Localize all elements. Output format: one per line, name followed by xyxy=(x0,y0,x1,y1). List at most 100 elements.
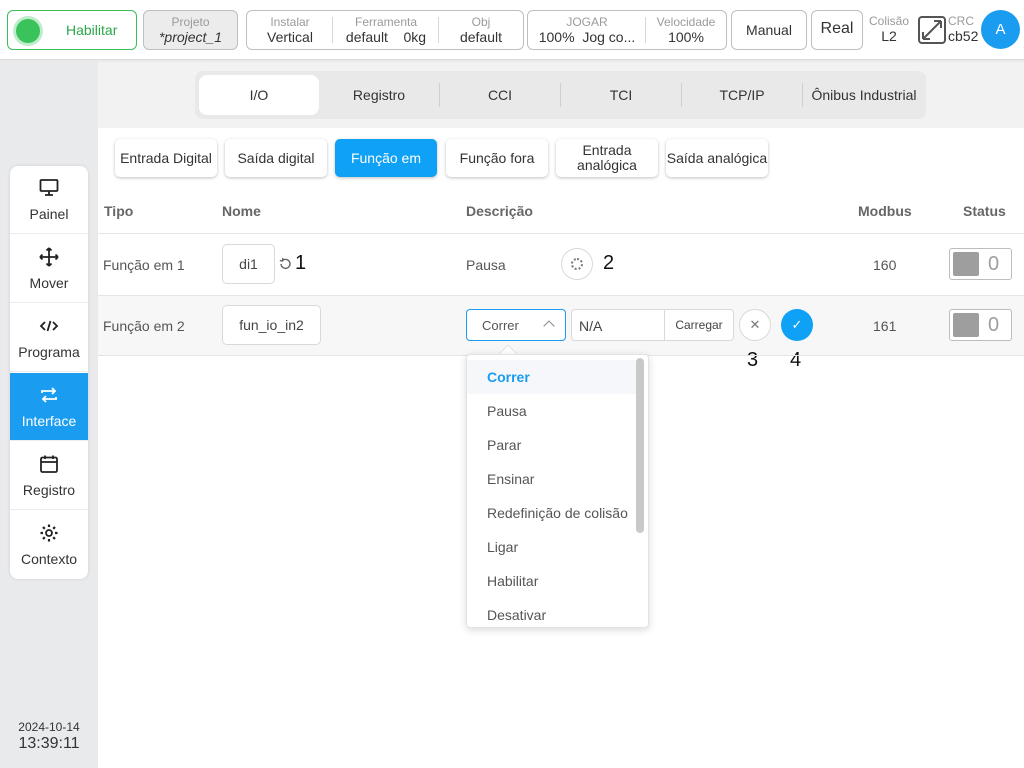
close-icon: ✕ xyxy=(749,317,761,332)
row1-status-indicator: 0 xyxy=(949,248,1012,280)
subtab-saida-analogica[interactable]: Saída analógica xyxy=(666,139,768,177)
collision-level[interactable]: Colisão L2 xyxy=(866,14,912,44)
divider xyxy=(528,17,646,43)
tab-tcpip[interactable]: TCP/IP xyxy=(682,75,802,115)
subtab-funcao-em[interactable]: Função em xyxy=(335,139,437,177)
tab-io[interactable]: I/O xyxy=(199,75,319,115)
collision-label: Colisão xyxy=(868,14,910,28)
obj-value: default xyxy=(459,29,503,45)
left-navigation: Painel Mover Programa Interface Registro… xyxy=(10,166,88,579)
subtab-entrada-analogica[interactable]: Entrada analógica xyxy=(556,139,658,177)
subtab-saida-digital[interactable]: Saída digital xyxy=(225,139,327,177)
tab-tci[interactable]: TCI xyxy=(561,75,681,115)
cancel-button[interactable]: ✕ xyxy=(739,309,771,341)
dropdown-option-redefinicao-colisao[interactable]: Redefinição de colisão xyxy=(467,496,637,530)
status-square xyxy=(953,313,979,337)
jog-speed-panel[interactable]: JOGAR 100% Jog co... Velocidade 100% xyxy=(527,10,727,50)
speed-value: 100% xyxy=(668,29,704,45)
swap-arrows-icon xyxy=(41,387,57,403)
subtab-label-line1: Entrada xyxy=(582,142,632,158)
row2-name-field[interactable]: fun_io_in2 xyxy=(222,305,321,345)
subtab-entrada-digital[interactable]: Entrada Digital xyxy=(115,139,217,177)
check-icon: ✓ xyxy=(791,317,803,332)
nav-label: Interface xyxy=(21,413,77,429)
status-value: 0 xyxy=(988,314,1000,336)
install-tool-obj-panel[interactable]: Instalar Vertical Ferramenta default 0kg… xyxy=(246,10,524,50)
project-value: *project_1 xyxy=(158,29,223,45)
collision-value: L2 xyxy=(881,28,897,44)
reset-icon[interactable] xyxy=(278,257,292,271)
divider xyxy=(333,17,439,43)
confirm-button[interactable]: ✓ xyxy=(781,309,813,341)
dropdown-option-parar[interactable]: Parar xyxy=(467,428,637,462)
row2-status-indicator: 0 xyxy=(949,309,1012,341)
description-dropdown: Correr Pausa Parar Ensinar Redefinição d… xyxy=(466,354,649,628)
time-text: 13:39:11 xyxy=(18,735,80,752)
status-square xyxy=(953,252,979,276)
datetime-display: 2024-10-14 13:39:11 xyxy=(0,720,98,753)
header-modbus: Modbus xyxy=(858,203,912,219)
real-mode-button[interactable]: Real xyxy=(811,10,863,50)
gear-icon xyxy=(571,258,583,270)
dropdown-option-desativar[interactable]: Desativar xyxy=(467,598,637,627)
nav-item-mover[interactable]: Mover xyxy=(10,235,88,303)
dropdown-option-pausa[interactable]: Pausa xyxy=(467,394,637,428)
main-panel: I/O Registro CCI TCI TCP/IP Ônibus Indus… xyxy=(98,62,1024,768)
tab-registro[interactable]: Registro xyxy=(319,75,439,115)
dropdown-option-ligar[interactable]: Ligar xyxy=(467,530,637,564)
header-nome: Nome xyxy=(222,203,261,219)
obj-label: Obj xyxy=(471,15,491,29)
row2-type: Função em 2 xyxy=(103,318,185,334)
manual-mode-button[interactable]: Manual xyxy=(731,10,807,50)
enable-button[interactable]: Habilitar xyxy=(7,10,137,50)
subtab-funcao-fora[interactable]: Função fora xyxy=(446,139,548,177)
dropdown-scrollbar[interactable] xyxy=(636,358,644,533)
nav-item-painel[interactable]: Painel xyxy=(10,166,88,234)
subtab-label-line2: analógica xyxy=(577,157,637,173)
monitor-icon xyxy=(39,179,59,196)
enable-label: Habilitar xyxy=(66,22,118,38)
obj-segment[interactable]: Obj default xyxy=(439,11,523,49)
nav-item-interface[interactable]: Interface xyxy=(10,373,88,441)
dropdown-option-habilitar[interactable]: Habilitar xyxy=(467,564,637,598)
nav-item-registro[interactable]: Registro xyxy=(10,442,88,510)
row1-description: Pausa xyxy=(466,257,506,273)
expand-icon[interactable] xyxy=(918,16,946,44)
crc-indicator: CRC cb52 xyxy=(948,14,984,44)
dropdown-option-correr[interactable]: Correr xyxy=(467,360,637,394)
row1-name-field[interactable]: di1 xyxy=(222,244,275,284)
row-divider xyxy=(98,233,1024,234)
nav-label: Painel xyxy=(29,206,69,222)
calendar-icon xyxy=(40,455,58,473)
user-avatar[interactable]: A xyxy=(981,10,1020,49)
nav-item-programa[interactable]: Programa xyxy=(10,304,88,372)
top-bar: Habilitar Projeto *project_1 Instalar Ve… xyxy=(0,0,1024,60)
nav-label: Mover xyxy=(29,275,69,291)
main-tabs: I/O Registro CCI TCI TCP/IP Ônibus Indus… xyxy=(195,71,926,119)
nav-item-contexto[interactable]: Contexto xyxy=(10,511,88,579)
expand-arrows-icon xyxy=(922,20,942,40)
select-value: Correr xyxy=(482,318,519,333)
tab-onibus-industrial[interactable]: Ônibus Industrial xyxy=(803,75,925,115)
row2-description-select[interactable]: Correr xyxy=(466,309,566,341)
row1-settings-button[interactable] xyxy=(561,248,593,280)
real-label: Real xyxy=(820,20,854,37)
row2-file-field[interactable]: N/A xyxy=(571,309,665,341)
dropdown-option-ensinar[interactable]: Ensinar xyxy=(467,462,637,496)
tab-cci[interactable]: CCI xyxy=(440,75,560,115)
file-field-value: N/A xyxy=(579,318,603,334)
enable-status-icon xyxy=(16,19,40,43)
row1-type: Função em 1 xyxy=(103,257,185,273)
load-button[interactable]: Carregar xyxy=(664,309,734,341)
date-text: 2024-10-14 xyxy=(18,720,80,734)
header-tipo: Tipo xyxy=(104,203,134,219)
annotation-2: 2 xyxy=(603,252,615,274)
project-selector[interactable]: Projeto *project_1 xyxy=(143,10,238,50)
header-descricao: Descrição xyxy=(466,203,533,219)
code-icon xyxy=(39,320,59,332)
header-status: Status xyxy=(963,203,1006,219)
crc-label: CRC xyxy=(948,14,974,28)
annotation-1: 1 xyxy=(295,252,307,274)
speed-segment[interactable]: Velocidade 100% xyxy=(646,11,726,49)
status-value: 0 xyxy=(988,253,1000,275)
